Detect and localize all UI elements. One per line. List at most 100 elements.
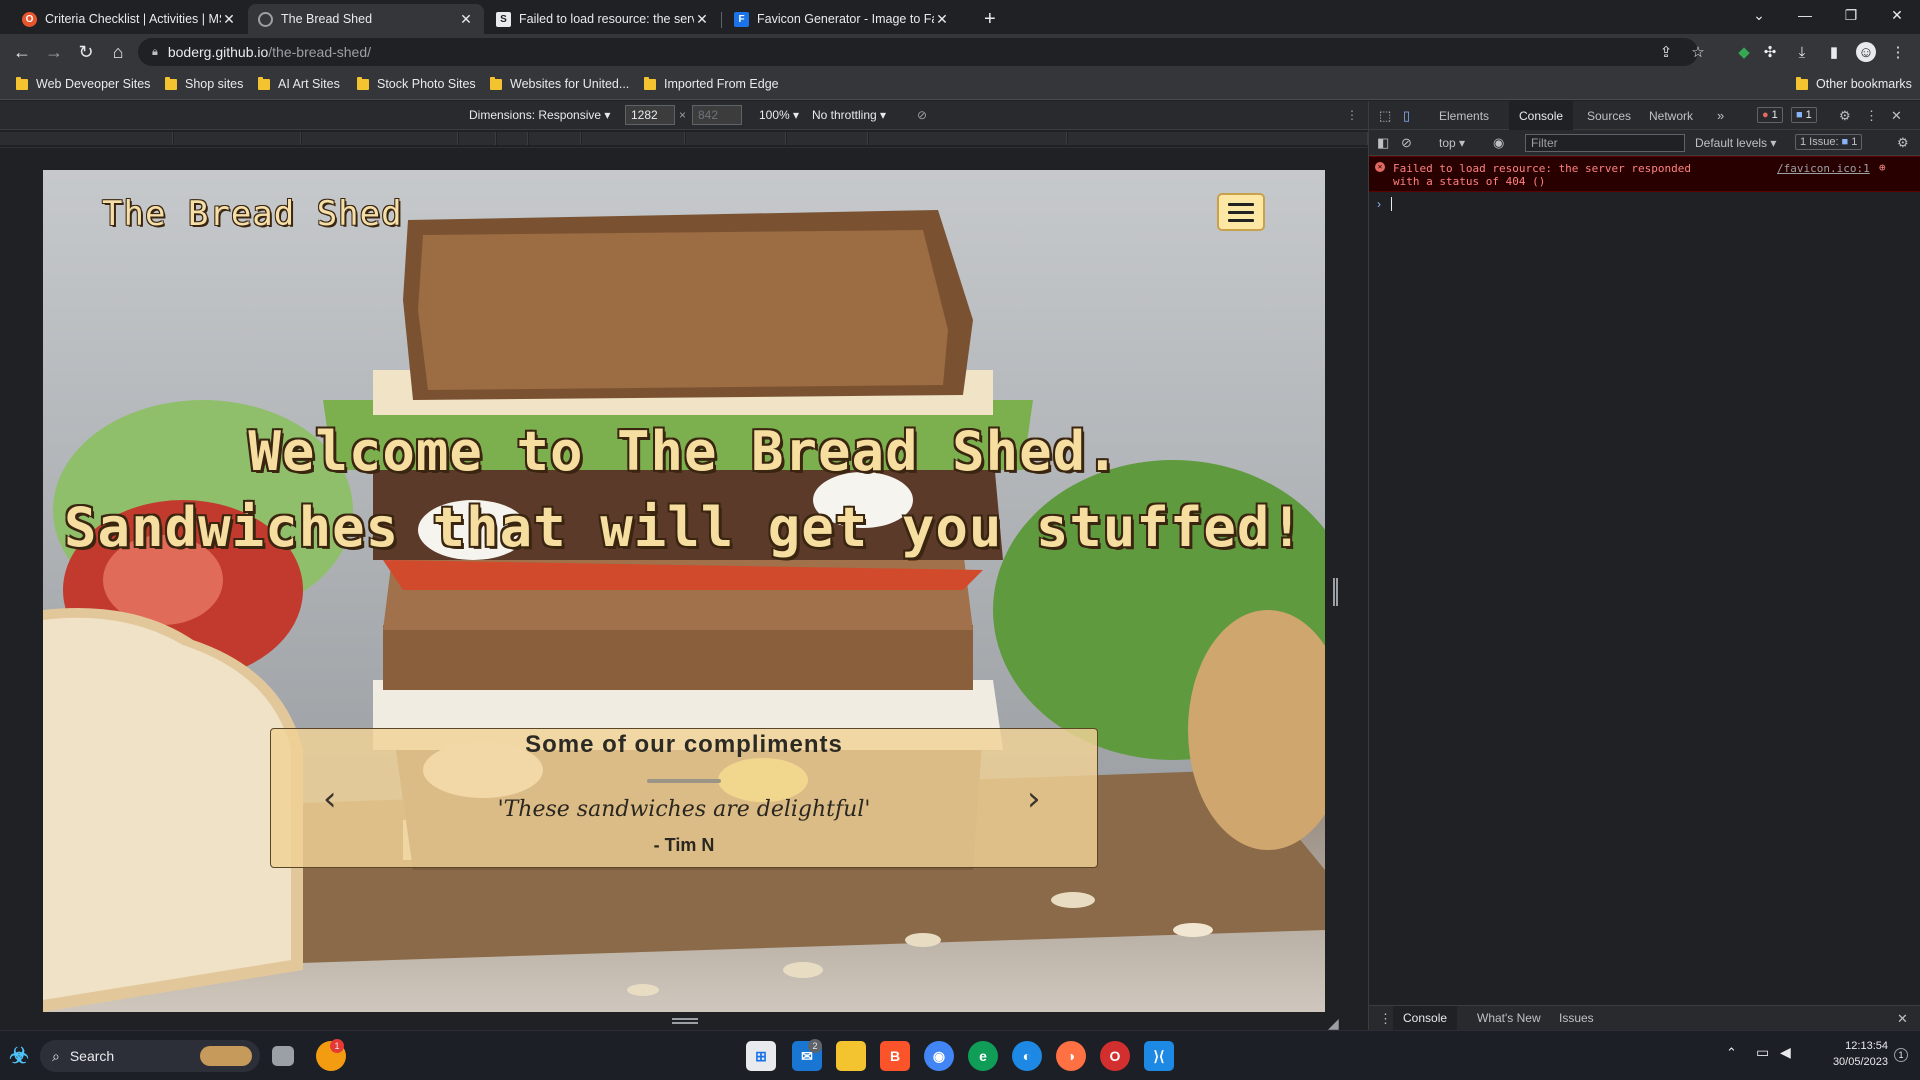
devtools-tab-console[interactable]: Console <box>1509 101 1574 130</box>
widgets-icon[interactable]: ☣ <box>4 1041 34 1071</box>
bookmark-folder[interactable]: Websites for United... <box>490 76 629 91</box>
devtools-menu-icon[interactable]: ⋮ <box>1865 108 1878 124</box>
tab-failed-to-load[interactable]: S Failed to load resource: the serve ✕ <box>486 4 720 34</box>
file-explorer-icon[interactable] <box>836 1041 866 1071</box>
brave-icon[interactable]: B <box>880 1041 910 1071</box>
firefox-dev-icon[interactable]: ◐ <box>1012 1041 1042 1071</box>
other-bookmarks[interactable]: Other bookmarks <box>1796 76 1912 91</box>
throttling-dropdown[interactable]: No throttling ▾ <box>812 108 886 122</box>
settings-gear-icon[interactable]: ⚙ <box>1839 108 1851 124</box>
edge-icon[interactable]: e <box>968 1041 998 1071</box>
close-devtools-icon[interactable]: ✕ <box>1891 108 1902 124</box>
devtools-tab-sources[interactable]: Sources <box>1577 101 1641 130</box>
bookmark-folder[interactable]: Stock Photo Sites <box>357 76 476 91</box>
media-query-segment[interactable] <box>174 132 301 145</box>
console-filter-input[interactable]: Filter <box>1525 134 1685 152</box>
drawer-menu-icon[interactable]: ⋮ <box>1379 1011 1392 1027</box>
devtools-tab-network[interactable]: Network <box>1639 101 1703 130</box>
bookmark-folder[interactable]: Imported From Edge <box>644 76 779 91</box>
more-tabs-icon[interactable]: » <box>1717 108 1724 123</box>
clear-console-icon[interactable]: ⊘ <box>1401 135 1412 151</box>
issue-link-icon[interactable]: ⊕ <box>1879 161 1886 174</box>
media-query-segment[interactable] <box>497 132 528 145</box>
console-settings-gear-icon[interactable]: ⚙ <box>1897 135 1909 151</box>
bookmark-folder[interactable]: AI Art Sites <box>258 76 340 91</box>
extension-icon[interactable]: ◆ <box>1734 42 1754 62</box>
context-selector[interactable]: top ▾ <box>1439 136 1465 150</box>
sidebar-toggle-icon[interactable]: ◧ <box>1377 135 1389 151</box>
media-query-segment[interactable] <box>459 132 496 145</box>
width-input[interactable]: 1282 <box>625 105 675 125</box>
opera-icon[interactable]: O <box>1100 1041 1130 1071</box>
media-query-segment[interactable] <box>686 132 786 145</box>
address-bar[interactable]: 🔒︎ boderg.github.io/the-bread-shed/ <box>138 38 1698 66</box>
tab-search-icon[interactable]: ⌄ <box>1736 0 1782 30</box>
new-tab-button[interactable]: + <box>974 4 1004 34</box>
tab-the-bread-shed[interactable]: The Bread Shed ✕ <box>248 4 484 34</box>
device-toggle-icon[interactable]: ▯ <box>1403 108 1410 124</box>
tab-favicon-generator[interactable]: F Favicon Generator - Image to Fav ✕ <box>724 4 960 34</box>
reload-icon[interactable]: ↻ <box>72 38 100 66</box>
close-tab-icon[interactable]: ✕ <box>934 11 950 28</box>
drawer-tab-whats-new[interactable]: What's New <box>1467 1006 1551 1030</box>
close-window-button[interactable]: ✕ <box>1874 0 1920 30</box>
clock-time[interactable]: 12:13:54 <box>1808 1040 1888 1052</box>
vscode-icon[interactable]: ⟩⟨ <box>1144 1041 1174 1071</box>
bookmark-folder[interactable]: Shop sites <box>165 76 243 91</box>
live-expression-eye-icon[interactable]: ◉ <box>1493 135 1504 151</box>
tray-overflow-icon[interactable]: ⌃ <box>1726 1045 1737 1061</box>
tab-criteria-checklist[interactable]: O Criteria Checklist | Activities | MS ✕ <box>12 4 247 34</box>
side-panel-icon[interactable]: ▮ <box>1824 42 1844 62</box>
close-tab-icon[interactable]: ✕ <box>458 11 474 28</box>
carousel-next-icon[interactable]: › <box>1027 779 1041 819</box>
forward-icon[interactable]: → <box>40 38 68 66</box>
close-tab-icon[interactable]: ✕ <box>694 11 710 28</box>
inspect-element-icon[interactable]: ⬚ <box>1379 108 1391 124</box>
media-query-segment[interactable] <box>787 132 868 145</box>
clock-date[interactable]: 30/05/2023 <box>1808 1056 1888 1068</box>
issues-badge[interactable]: 1 Issue: ■ 1 <box>1795 134 1863 150</box>
devtools-tab-elements[interactable]: Elements <box>1429 101 1499 130</box>
rotate-icon[interactable]: ⊘ <box>917 108 927 122</box>
start-menu-icon[interactable]: ⊞ <box>746 1041 776 1071</box>
height-input[interactable]: 842 <box>692 105 742 125</box>
media-query-segment[interactable] <box>0 132 173 145</box>
log-levels-dropdown[interactable]: Default levels ▾ <box>1695 136 1776 150</box>
network-icon[interactable]: ▭ <box>1756 1044 1769 1061</box>
drawer-tab-console[interactable]: Console <box>1393 1006 1458 1030</box>
zoom-dropdown[interactable]: 100% ▾ <box>759 108 799 122</box>
device-toolbar-menu-icon[interactable]: ⋮ <box>1346 108 1358 122</box>
carousel-prev-icon[interactable]: ‹ <box>323 779 337 819</box>
profile-avatar[interactable]: ☺ <box>1856 42 1876 62</box>
hamburger-menu-button[interactable] <box>1217 193 1265 231</box>
media-query-segment[interactable] <box>1068 132 1368 145</box>
chrome-icon[interactable]: ◉ <box>924 1041 954 1071</box>
media-query-segment[interactable] <box>302 132 458 145</box>
back-icon[interactable]: ← <box>8 38 36 66</box>
share-icon[interactable]: ⇪ <box>1656 42 1676 62</box>
viewport-resize-handle-bottom[interactable] <box>672 1018 698 1024</box>
close-drawer-icon[interactable]: ✕ <box>1897 1011 1908 1027</box>
close-tab-icon[interactable]: ✕ <box>221 11 237 28</box>
firefox-icon[interactable]: ◑ <box>1056 1041 1086 1071</box>
error-source-link[interactable]: /favicon.ico:1 <box>1777 162 1870 175</box>
home-icon[interactable]: ⌂ <box>104 38 132 66</box>
drawer-tab-issues[interactable]: Issues <box>1549 1006 1604 1030</box>
bookmark-folder[interactable]: Web Deveoper Sites <box>16 76 150 91</box>
minimize-button[interactable]: — <box>1782 0 1828 30</box>
message-count-badge[interactable]: ■ 1 <box>1791 107 1817 123</box>
volume-icon[interactable]: ◀︎ <box>1780 1044 1791 1061</box>
bookmark-star-icon[interactable]: ☆ <box>1688 42 1708 62</box>
media-query-segment[interactable] <box>582 132 685 145</box>
extensions-puzzle-icon[interactable]: ✣ <box>1760 42 1780 62</box>
task-view-icon[interactable] <box>272 1046 294 1066</box>
error-count-badge[interactable]: ● 1 <box>1757 107 1783 123</box>
console-input[interactable] <box>1391 197 1392 211</box>
site-logo[interactable]: The Bread Shed <box>102 194 403 234</box>
notification-center-badge[interactable]: 1 <box>1894 1048 1908 1062</box>
restore-button[interactable]: ❐ <box>1828 0 1874 30</box>
taskbar-search[interactable]: ⌕ Search <box>40 1040 260 1072</box>
dimensions-dropdown[interactable]: Dimensions: Responsive ▾ <box>469 108 610 122</box>
viewport-resize-handle-right[interactable] <box>1333 578 1338 606</box>
media-query-segment[interactable] <box>869 132 1067 145</box>
